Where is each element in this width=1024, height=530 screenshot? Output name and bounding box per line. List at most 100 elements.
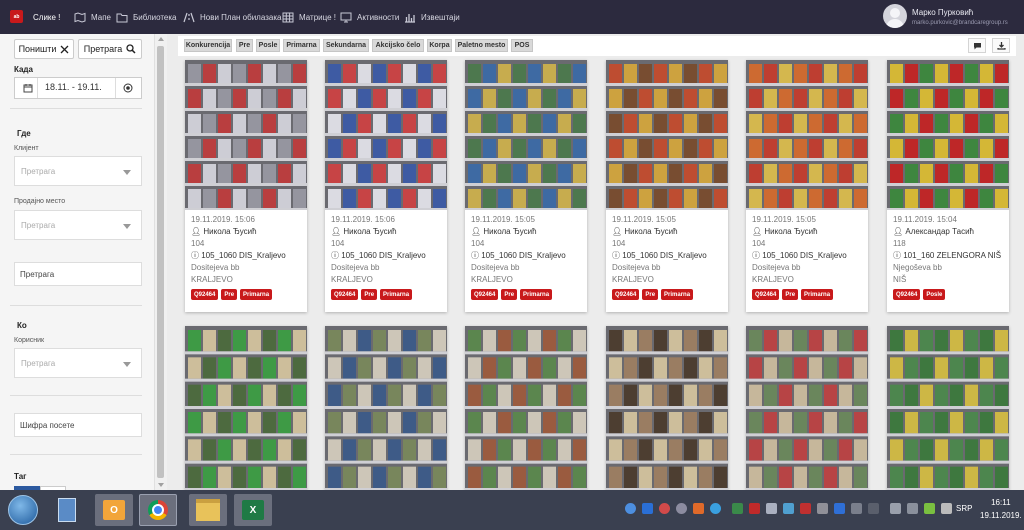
shelf-photo[interactable]	[185, 326, 307, 490]
nav-item-maps[interactable]: Мапе	[74, 0, 111, 34]
windows-logo-icon[interactable]	[2, 494, 44, 526]
nav-item-library[interactable]: Библиотека	[116, 0, 177, 34]
tag-badge[interactable]: Pre	[361, 289, 378, 300]
outlook-icon[interactable]: O	[95, 494, 133, 526]
photo-card[interactable]: 19.11.2019. 15:03	[465, 326, 587, 499]
tray-app-icon[interactable]	[659, 503, 670, 514]
photo-card[interactable]: 19.11.2019. 15:05 👤︎ Никола Ђусић 104 ⓘ 105…	[606, 60, 728, 312]
info-icon[interactable]	[625, 503, 636, 514]
shelf-photo[interactable]	[606, 60, 728, 210]
photo-card[interactable]: 19.11.2019. 15:05 👤︎ Никола Ђусић 104 ⓘ 105…	[746, 60, 868, 312]
tray-app-icon[interactable]	[766, 503, 777, 514]
speaker-icon[interactable]	[907, 503, 918, 514]
photo-card[interactable]: 19.11.2019. 15:03	[887, 326, 1009, 499]
reset-button[interactable]: Поништи	[14, 39, 74, 59]
search-button[interactable]: Претрага	[78, 39, 142, 59]
photo-card[interactable]: 19.11.2019. 15:03	[606, 326, 728, 499]
shelf-photo[interactable]	[887, 326, 1009, 490]
download-button[interactable]	[992, 38, 1010, 53]
tag-badge[interactable]: Primarna	[520, 289, 553, 300]
shelf-photo[interactable]	[325, 60, 447, 210]
client-select[interactable]: Претрага	[14, 156, 142, 186]
tray-app-icon[interactable]	[800, 503, 811, 514]
tray-app-icon[interactable]	[693, 503, 704, 514]
shelf-photo[interactable]	[465, 326, 587, 490]
flag-icon[interactable]	[941, 503, 952, 514]
tray-app-icon[interactable]	[783, 503, 794, 514]
tag-filter-sekundarna[interactable]: Sekundarna	[323, 39, 369, 52]
sidebar-scrollbar[interactable]	[154, 34, 167, 490]
tag-badge[interactable]: Primarna	[380, 289, 413, 300]
tag-filter-primarna[interactable]: Primarna	[283, 39, 320, 52]
system-clock[interactable]: 16:11 19.11.2019.	[980, 496, 1022, 522]
bluetooth-icon[interactable]	[834, 503, 845, 514]
usb-icon[interactable]	[868, 503, 879, 514]
nav-item-new-route-plan[interactable]: Нови План обилазака	[183, 0, 281, 34]
tray-app-icon[interactable]	[642, 503, 653, 514]
photo-card[interactable]: 19.11.2019. 15:05 👤︎ Никола Ђусић 104 ⓘ 105…	[465, 60, 587, 312]
nav-item-activities[interactable]: Активности	[340, 0, 399, 34]
tag-badge[interactable]: Q92464	[331, 289, 359, 300]
tag-filter-pos[interactable]: POS	[511, 39, 533, 52]
visit-code-input[interactable]: Шифра посете	[14, 413, 142, 437]
tag-filter-konkurencija[interactable]: Konkurencija	[184, 39, 232, 52]
tray-app-icon[interactable]	[817, 503, 828, 514]
tag-badge[interactable]: Q92464	[191, 289, 219, 300]
nav-item-reports[interactable]: Извештаји	[404, 0, 460, 34]
tag-badge[interactable]: Pre	[501, 289, 518, 300]
target-icon[interactable]	[123, 83, 133, 93]
scroll-down-arrow[interactable]	[158, 483, 164, 487]
nav-item-matrices[interactable]: Матрице !	[282, 0, 336, 34]
shelf-photo[interactable]	[887, 60, 1009, 210]
tag-badge[interactable]: Primarna	[801, 289, 834, 300]
photo-card[interactable]: 19.11.2019. 15:04	[325, 326, 447, 499]
tag-badge[interactable]: Primarna	[661, 289, 694, 300]
tag-filter-paletno-mesto[interactable]: Paletno mesto	[455, 39, 508, 52]
tag-badge[interactable]: Posle	[923, 289, 946, 300]
chrome-icon[interactable]	[139, 494, 177, 526]
free-search-input[interactable]: Претрага	[14, 262, 142, 286]
comments-button[interactable]	[968, 38, 986, 53]
nav-item-images[interactable]: Слике !	[33, 0, 60, 34]
battery-icon[interactable]	[924, 503, 935, 514]
excel-icon[interactable]: X	[234, 494, 272, 526]
photo-card[interactable]: 19.11.2019. 15:04 👤︎ Александар Тасић 118 ⓘ…	[887, 60, 1009, 312]
shelf-photo[interactable]	[746, 60, 868, 210]
tray-app-icon[interactable]	[749, 503, 760, 514]
tray-app-icon[interactable]	[710, 503, 721, 514]
shelf-photo[interactable]	[606, 326, 728, 490]
tag-badge[interactable]: Pre	[782, 289, 799, 300]
tag-filter-pre[interactable]: Pre	[236, 39, 253, 52]
photo-card[interactable]: 19.11.2019. 15:04	[185, 326, 307, 499]
shelf-photo[interactable]	[465, 60, 587, 210]
tag-filter-korpa[interactable]: Korpa	[427, 39, 452, 52]
tag-badge[interactable]: Q92464	[893, 289, 921, 300]
language-indicator[interactable]: SRP	[956, 504, 972, 513]
tag-filter-posle[interactable]: Posle	[256, 39, 280, 52]
tray-app-icon[interactable]	[676, 503, 687, 514]
brand-logo[interactable]: ab	[10, 10, 23, 23]
calculator-icon[interactable]	[48, 494, 86, 526]
user-select[interactable]: Претрага	[14, 348, 142, 378]
shelf-photo[interactable]	[325, 326, 447, 490]
scroll-thumb[interactable]	[157, 46, 164, 478]
file-explorer-icon[interactable]	[189, 494, 227, 526]
photo-card[interactable]: 19.11.2019. 15:03	[746, 326, 868, 499]
tag-filter-akcijsko-celo[interactable]: Akcijsko čelo	[372, 39, 424, 52]
tray-app-icon[interactable]	[732, 503, 743, 514]
photo-card[interactable]: 19.11.2019. 15:06 👤︎ Никола Ђусић 104 ⓘ 105…	[325, 60, 447, 312]
user-menu[interactable]: Марко Пурковић marko.purkovic@brandcareg…	[883, 3, 1023, 31]
tag-badge[interactable]: Q92464	[752, 289, 780, 300]
tag-badge[interactable]: Q92464	[471, 289, 499, 300]
tag-badge[interactable]: Q92464	[612, 289, 640, 300]
tag-badge[interactable]: Pre	[221, 289, 238, 300]
tag-badge[interactable]: Primarna	[240, 289, 273, 300]
shelf-photo[interactable]	[746, 326, 868, 490]
scroll-up-arrow[interactable]	[158, 37, 164, 41]
pos-select[interactable]: Претрага	[14, 210, 142, 240]
date-range-picker[interactable]: 18.11. - 19.11.	[14, 77, 142, 99]
shelf-photo[interactable]	[185, 60, 307, 210]
photo-card[interactable]: 19.11.2019. 15:06 👤︎ Никола Ђусић 104 ⓘ 105…	[185, 60, 307, 312]
tray-app-icon[interactable]	[851, 503, 862, 514]
tag-badge[interactable]: Pre	[642, 289, 659, 300]
